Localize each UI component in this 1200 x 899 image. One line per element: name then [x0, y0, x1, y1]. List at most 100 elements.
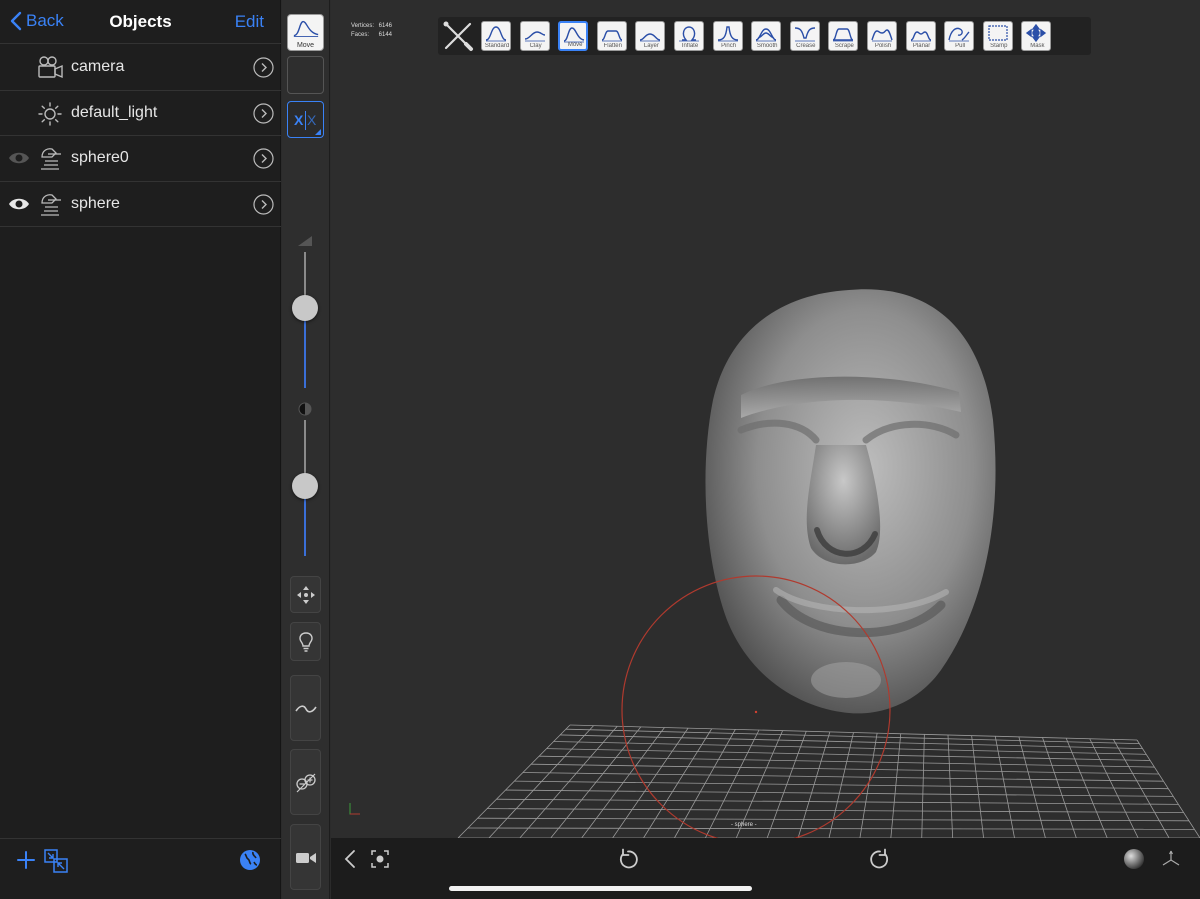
scene-canvas[interactable] — [331, 0, 1200, 838]
disclosure-chevron-icon[interactable] — [253, 57, 274, 78]
object-row-camera[interactable]: camera — [0, 45, 281, 91]
faces-value: 6144 — [378, 32, 393, 38]
stamp-brush-icon — [988, 25, 1008, 41]
brush-polish-button[interactable]: Polish — [867, 21, 897, 51]
brush-standard-button[interactable]: Standard — [481, 21, 511, 51]
brush-label: Move — [567, 42, 583, 48]
mesh-sculpt-icon — [41, 193, 61, 216]
vertices-label: Vertices: — [351, 23, 375, 29]
flatten-brush-icon — [601, 30, 623, 42]
move-brush-icon — [563, 27, 585, 43]
brush-label: Pull — [955, 43, 966, 49]
redo-icon[interactable] — [869, 848, 891, 870]
brush-label: Smooth — [756, 43, 778, 49]
brush-planar-button[interactable]: Planar — [905, 21, 936, 51]
focus-frame-icon[interactable] — [369, 848, 391, 870]
brush-mask-button[interactable]: Mask — [1021, 21, 1052, 51]
brush-label: Standard — [484, 43, 510, 49]
current-tool-label: Move — [296, 42, 315, 49]
radius-slider-knob[interactable] — [292, 295, 318, 321]
symmetry-divider — [305, 111, 306, 130]
move-brush-icon — [293, 20, 319, 37]
object-name: default_light — [71, 103, 158, 121]
brush-stamp-button[interactable]: Stamp — [982, 21, 1013, 51]
pull-brush-icon — [948, 27, 970, 42]
brush-label: Flatten — [603, 43, 622, 49]
brush-layer-button[interactable]: Layer — [635, 21, 666, 51]
brush-settings-icon[interactable] — [442, 20, 474, 52]
brush-pinch-button[interactable]: Pinch — [712, 21, 743, 51]
brush-label: Mask — [1030, 43, 1045, 49]
scrape-brush-icon — [833, 28, 854, 42]
add-object-icon[interactable] — [14, 848, 38, 872]
radius-icon — [298, 236, 312, 246]
material-sphere-icon[interactable] — [1123, 848, 1145, 870]
disclosure-chevron-icon[interactable] — [253, 193, 274, 215]
brush-label: Inflate — [681, 43, 699, 49]
brush-label: Pinch — [721, 43, 737, 49]
disclosure-chevron-icon[interactable] — [253, 148, 274, 169]
camera-tool-button[interactable] — [290, 824, 321, 890]
back-button[interactable]: Back — [10, 11, 64, 31]
pinch-brush-icon — [717, 26, 738, 42]
clay-brush-icon — [524, 31, 545, 42]
symmetry-mirror-glyph: X — [307, 112, 317, 128]
curve-stroke-icon — [295, 705, 317, 713]
intensity-icon — [298, 402, 312, 416]
3d-viewport[interactable]: Vertices: 6146 Faces: 6144 Standard Clay M… — [331, 0, 1200, 838]
intensity-slider-knob[interactable] — [292, 473, 318, 499]
brush-label: Planar — [912, 43, 931, 49]
symmetry-toggle[interactable]: X X — [287, 101, 324, 138]
transform-tool-button[interactable] — [290, 576, 321, 613]
polish-brush-icon — [871, 29, 893, 42]
brush-label: Polish — [874, 43, 892, 49]
negate-brush-icon — [296, 773, 316, 793]
brush-cursor-center — [754, 710, 758, 714]
grid-line — [1136, 739, 1200, 838]
mesh-stats: Vertices: 6146 Faces: 6144 — [351, 22, 392, 40]
current-tool-button[interactable]: Move — [287, 14, 324, 51]
undo-icon[interactable] — [617, 848, 639, 870]
faces-stat: Faces: 6144 — [351, 31, 392, 40]
brush-move-button[interactable]: Move — [558, 21, 589, 51]
objects-panel-footer — [0, 838, 281, 899]
brush-label: Clay — [529, 43, 542, 49]
stroke-tool-button[interactable] — [290, 675, 321, 741]
chevron-left-icon[interactable] — [340, 848, 362, 870]
symmetry-menu-indicator — [315, 129, 321, 135]
smooth-brush-icon — [755, 28, 777, 42]
object-list: camera default_light sphere0 sphere — [0, 45, 281, 227]
inflate-brush-icon — [679, 26, 699, 42]
planar-brush-icon — [910, 31, 931, 42]
home-indicator[interactable] — [449, 886, 752, 891]
negative-tool-button[interactable] — [290, 749, 321, 815]
brush-clay-button[interactable]: Clay — [519, 21, 550, 51]
brush-crease-button[interactable]: Crease — [789, 21, 820, 51]
vertices-stat: Vertices: 6146 — [351, 22, 392, 31]
brush-scrape-button[interactable]: Scrape — [828, 21, 859, 51]
brush-pull-button[interactable]: Pull — [944, 21, 975, 51]
brush-inflate-button[interactable]: Inflate — [674, 21, 704, 51]
brush-toolbar: Standard Clay Move Flatten Layer Inflate Pinch… — [438, 17, 1091, 55]
layer-brush-icon — [640, 33, 661, 42]
brush-label: Stamp — [990, 43, 1008, 49]
brush-flatten-button[interactable]: Flatten — [596, 21, 627, 51]
standard-brush-icon — [485, 26, 507, 42]
object-row-sphere0[interactable]: sphere0 — [0, 136, 281, 182]
globe-icon[interactable] — [238, 848, 262, 872]
axis-orientation-icon[interactable] — [1160, 848, 1182, 870]
lighting-tool-button[interactable] — [290, 622, 321, 661]
empty-tool-slot[interactable] — [287, 56, 324, 94]
import-export-icon[interactable] — [43, 848, 69, 874]
disclosure-chevron-icon[interactable] — [253, 102, 274, 124]
brush-label: Crease — [796, 43, 816, 49]
edit-button[interactable]: Edit — [235, 12, 264, 32]
visibility-eye-icon[interactable] — [8, 149, 30, 167]
sun-light-icon — [38, 101, 62, 126]
object-row-sphere[interactable]: sphere — [0, 182, 281, 227]
object-row-default-light[interactable]: default_light — [0, 91, 281, 136]
brush-smooth-button[interactable]: Smooth — [751, 21, 782, 51]
visibility-eye-icon[interactable] — [8, 195, 30, 213]
objects-panel-header: Back Objects Edit — [0, 0, 281, 44]
camera-icon — [38, 56, 63, 79]
